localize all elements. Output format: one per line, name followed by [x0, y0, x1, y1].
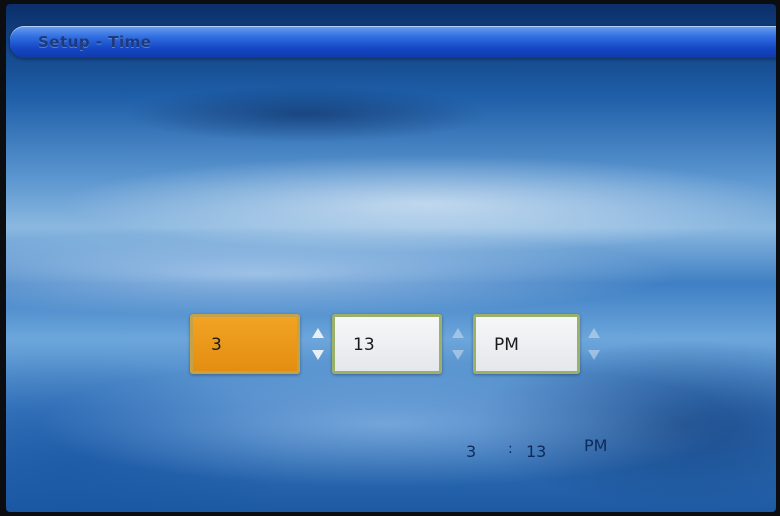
readout-separator: :: [508, 441, 513, 457]
arrow-up-icon[interactable]: [312, 328, 324, 338]
hour-field[interactable]: 3: [190, 314, 300, 374]
minute-spinner[interactable]: [452, 326, 466, 364]
meridiem-field[interactable]: PM: [473, 314, 580, 374]
arrow-up-icon[interactable]: [452, 328, 464, 338]
hour-spinner[interactable]: [312, 326, 326, 364]
page-title: Setup - Time: [38, 33, 152, 51]
meridiem-spinner[interactable]: [588, 326, 602, 364]
readout-hour: 3: [466, 442, 477, 461]
arrow-up-icon[interactable]: [588, 328, 600, 338]
hour-value: 3: [211, 335, 222, 355]
readout-minute: 13: [526, 442, 547, 461]
meridiem-value: PM: [494, 335, 519, 355]
title-bar: Setup - Time: [10, 26, 776, 58]
minute-field[interactable]: 13: [332, 314, 442, 374]
readout-meridiem: PM: [584, 436, 608, 455]
tv-screen: Setup - Time 3 13 PM 3 : 13 PM: [6, 4, 776, 512]
arrow-down-icon[interactable]: [452, 350, 464, 360]
arrow-down-icon[interactable]: [588, 350, 600, 360]
arrow-down-icon[interactable]: [312, 350, 324, 360]
minute-value: 13: [353, 335, 375, 355]
